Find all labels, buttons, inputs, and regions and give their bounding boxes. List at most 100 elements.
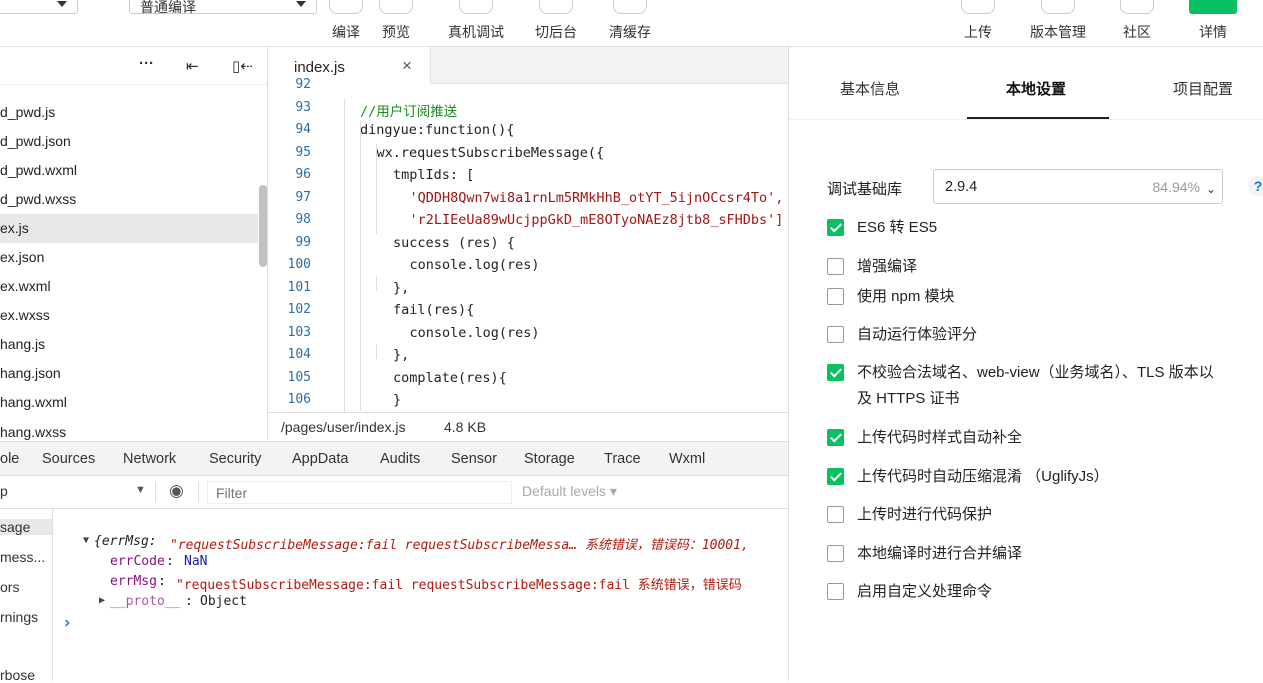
chevron-down-icon[interactable]: ▼ [135, 484, 146, 496]
proto-value: Object [200, 594, 247, 609]
tab-basic-info[interactable]: 基本信息 [840, 78, 900, 99]
devtools-tab[interactable]: Trace [604, 451, 641, 467]
colon: : [185, 594, 193, 609]
setting-option-label: 使用 npm 模块 [857, 288, 955, 305]
checkbox-checked[interactable] [827, 468, 844, 485]
line-number: 93 [295, 99, 311, 115]
base-library-select[interactable]: 2.9.4 84.94% ⌄ [933, 169, 1223, 204]
setting-option-label: 上传时进行代码保护 [857, 506, 993, 523]
clear-cache-button[interactable]: 清缓存 [604, 0, 656, 46]
devtools-tab[interactable]: Wxml [669, 451, 705, 467]
code-line: }, [393, 279, 410, 296]
file-item[interactable]: hang.js [0, 330, 258, 359]
compile-label: 编译 [332, 24, 360, 40]
file-item[interactable]: ex.wxss [0, 301, 258, 330]
file-item[interactable]: ex.json [0, 243, 258, 272]
file-item[interactable]: hang.json [0, 359, 258, 388]
line-number: 105 [287, 369, 311, 385]
chat-icon [1120, 0, 1154, 14]
menu-icon [1189, 0, 1237, 14]
checkbox-unchecked[interactable] [827, 326, 844, 343]
log-levels-select[interactable]: Default levels ▾ [522, 483, 617, 500]
console-prompt[interactable]: › [62, 613, 72, 633]
eye-icon[interactable]: ◉ [169, 481, 184, 501]
close-icon[interactable]: × [402, 56, 412, 76]
line-number: 101 [287, 279, 311, 295]
code-line: fail(res){ [393, 302, 475, 318]
code-line: dingyue:function(){ [360, 122, 515, 138]
file-item[interactable]: ex.js [0, 214, 258, 243]
editor-tab-bar: index.js × [269, 47, 788, 84]
code-line: 'r2LIEeUa89wUcjppGkD_mE8OTyoNAEz8jtb8_sF… [409, 212, 784, 228]
checkbox-unchecked[interactable] [827, 545, 844, 562]
checkbox-checked[interactable] [827, 219, 844, 236]
log-levels-label: Default levels [522, 483, 607, 499]
checkbox-unchecked[interactable] [827, 583, 844, 600]
file-item[interactable]: d_pwd.js [0, 98, 258, 127]
layers-icon [613, 0, 647, 14]
help-icon[interactable]: ? [1248, 176, 1263, 196]
devtools-tab[interactable]: Audits [380, 451, 420, 467]
upload-button[interactable]: 上传 [953, 0, 1003, 46]
context-select[interactable]: p [0, 483, 8, 499]
console-filter-input[interactable] [207, 481, 512, 504]
branch-icon [1041, 0, 1075, 14]
file-item[interactable]: ex.wxml [0, 272, 258, 301]
checkbox-unchecked[interactable] [827, 506, 844, 523]
compile-button[interactable]: 编译 [328, 0, 364, 46]
tab-local-settings[interactable]: 本地设置 [1006, 78, 1066, 99]
console-filter-item[interactable]: ors [0, 579, 19, 595]
console-filter-item[interactable]: sage [0, 519, 52, 535]
file-item[interactable]: d_pwd.wxml [0, 156, 258, 185]
console-filter-item[interactable]: rnings [0, 609, 38, 625]
compile-mode-select[interactable]: 普通编译 [129, 0, 317, 15]
eye-icon [379, 0, 413, 14]
errmsg-value: "requestSubscribeMessage:fail requestSub… [176, 578, 742, 593]
file-size: 4.8 KB [444, 419, 487, 435]
clear-cache-label: 清缓存 [609, 24, 651, 40]
setting-option-label: 自动运行体验评分 [857, 326, 978, 343]
checkbox-unchecked[interactable] [827, 288, 844, 305]
devtools-tab[interactable]: Sensor [451, 451, 497, 467]
devtools-tab[interactable]: Sources [42, 451, 95, 467]
version-manage-button[interactable]: 版本管理 [1026, 0, 1090, 46]
base-library-percent: 84.94% [1152, 179, 1200, 195]
errmsg-key: errMsg [110, 574, 157, 589]
line-number: 92 [295, 77, 311, 92]
base-library-version: 2.9.4 [945, 179, 978, 195]
indent-guide [376, 276, 377, 291]
devtools-tab[interactable]: Security [209, 451, 261, 467]
line-number: 97 [295, 189, 311, 205]
expand-arrow-icon[interactable]: ▶ [99, 595, 105, 606]
proto-key: __proto__ [110, 594, 181, 609]
project-select[interactable] [0, 0, 78, 14]
checkbox-checked[interactable] [827, 364, 844, 381]
collapse-all-icon[interactable]: ⇤ [186, 57, 199, 75]
checkbox-unchecked[interactable] [827, 258, 844, 275]
details-button[interactable]: 详情 [1188, 0, 1238, 46]
console-filter-item[interactable]: mess... [0, 549, 45, 565]
setting-option-label: 启用自定义处理命令 [857, 583, 993, 600]
devtools-tab[interactable]: AppData [292, 451, 348, 467]
switch-background-button[interactable]: 切后台 [531, 0, 581, 46]
line-number: 102 [287, 302, 311, 317]
checkbox-checked[interactable] [827, 429, 844, 446]
file-item[interactable]: d_pwd.wxss [0, 185, 258, 214]
devtools-tab[interactable]: Storage [524, 451, 575, 467]
community-button[interactable]: 社区 [1112, 0, 1162, 46]
devtools-tab[interactable]: ole [0, 451, 19, 467]
device-debug-button[interactable]: 真机调试 [443, 0, 509, 46]
file-tree-scrollbar[interactable] [259, 185, 267, 267]
expand-arrow-icon[interactable]: ▼ [83, 535, 89, 546]
more-icon[interactable]: ··· [139, 55, 154, 72]
file-item[interactable]: hang.wxml [0, 388, 258, 417]
chevron-down-icon: ⌄ [1205, 182, 1216, 196]
toggle-panel-icon[interactable]: ▯⇠ [232, 57, 253, 75]
devtools-tab[interactable]: Network [123, 451, 176, 467]
tab-project-config[interactable]: 项目配置 [1173, 78, 1233, 99]
line-number: 106 [287, 392, 311, 407]
setting-option-label: 增强编译 [857, 258, 918, 275]
setting-option-label: 本地编译时进行合并编译 [857, 545, 1023, 562]
file-item[interactable]: d_pwd.json [0, 127, 258, 156]
preview-button[interactable]: 预览 [378, 0, 414, 46]
